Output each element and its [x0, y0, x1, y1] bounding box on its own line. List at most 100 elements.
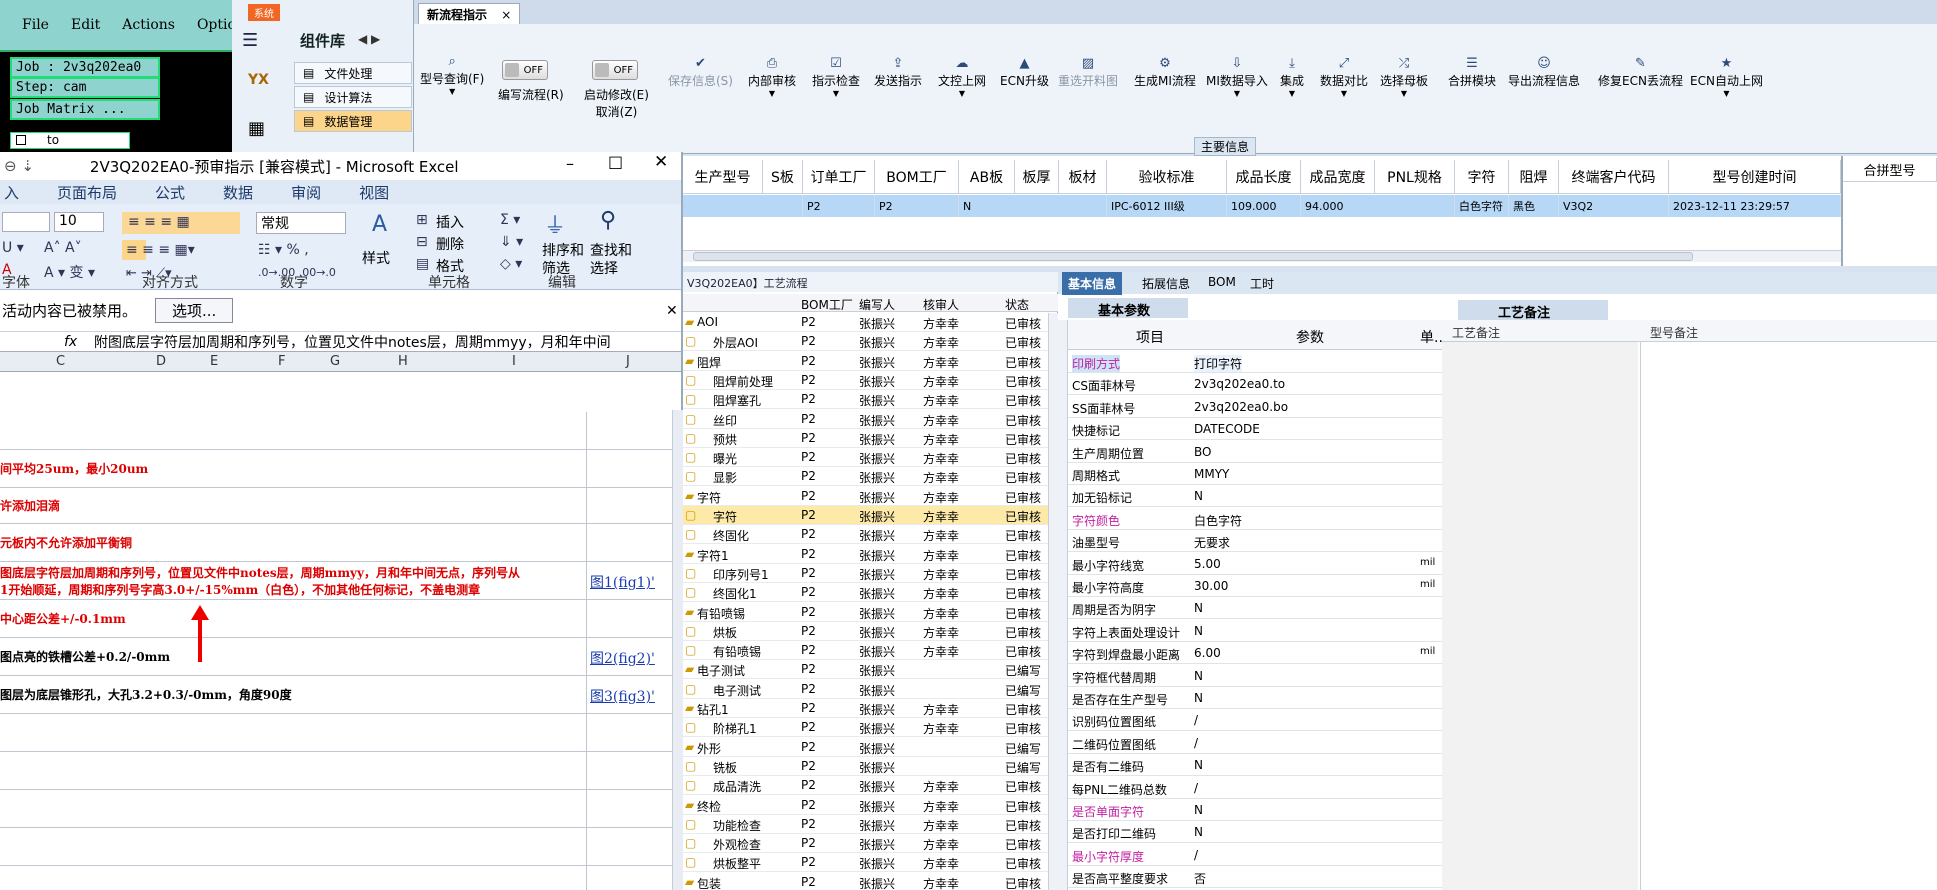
param-row[interactable]: 识别码位置图纸 /: [1068, 709, 1442, 732]
process-row[interactable]: ▢ 终固化 P2 张振兴 方幸幸 已审核: [683, 525, 1048, 545]
sheet-row[interactable]: [0, 828, 672, 866]
tab-basic[interactable]: 基本信息: [1062, 272, 1123, 295]
save-info-button[interactable]: ✔ 保存信息(S): [668, 56, 733, 89]
cell-text[interactable]: 中心距公差+/-0.1mm: [0, 610, 126, 627]
param-value[interactable]: N: [1194, 624, 1203, 638]
process-row[interactable]: ▢ 电子测试 P2 张振兴 已编写: [683, 680, 1048, 699]
sum-icon[interactable]: Σ ▾: [500, 212, 520, 228]
param-row[interactable]: 字符到焊盘最小距离 6.00 mil: [1068, 642, 1442, 665]
edit-process-toggle[interactable]: OFF: [502, 60, 548, 80]
col-param[interactable]: 参数: [1296, 327, 1324, 347]
ecn-auto-online-button[interactable]: ★ ECN自动上网 ▼: [1690, 56, 1763, 98]
data-compare-button[interactable]: ⤢ 数据对比 ▼: [1320, 56, 1368, 98]
process-row[interactable]: ▢ 阶梯孔1 P2 张振兴 方幸幸 已审核: [683, 718, 1048, 738]
doc-online-button[interactable]: ☁ 文控上网 ▼: [938, 56, 986, 98]
col-header[interactable]: 成品宽度: [1301, 160, 1375, 194]
col-header[interactable]: S板: [763, 160, 803, 194]
param-value[interactable]: N: [1194, 758, 1203, 772]
table-cell[interactable]: P2: [875, 195, 959, 217]
col-process-notes[interactable]: 工艺备注: [1452, 324, 1500, 341]
close-icon[interactable]: ×: [501, 8, 511, 22]
col-header[interactable]: 板材: [1059, 160, 1107, 194]
tab-insert[interactable]: 入: [4, 182, 19, 203]
excel-quick-icon[interactable]: ⊖ ⇣: [4, 157, 34, 175]
param-row[interactable]: 是否单面字符 N: [1068, 799, 1442, 821]
col-c[interactable]: C: [56, 354, 65, 369]
tab-process-notes[interactable]: 工艺备注: [1458, 300, 1608, 321]
process-row[interactable]: ▢ 烘板整平 P2 张振兴 方幸幸 已审核: [683, 853, 1048, 873]
process-row[interactable]: ▢ 终固化1 P2 张振兴 方幸幸 已审核: [683, 583, 1048, 603]
param-row[interactable]: CS面菲林号 2v3q202ea0.to: [1068, 373, 1442, 396]
param-value[interactable]: 否: [1194, 870, 1206, 887]
process-notes-area[interactable]: [1442, 342, 1638, 890]
param-row[interactable]: 生产周期位置 BO: [1068, 441, 1442, 463]
system-button[interactable]: 系统: [248, 4, 280, 21]
tab-layout[interactable]: 页面布局: [57, 182, 117, 203]
fill-icon[interactable]: ⇓ ▾: [500, 234, 523, 250]
sheet-row[interactable]: 图点亮的铁槽公差+0.2/-0mm 图2(fig2)': [0, 638, 672, 676]
sheet-row[interactable]: 元板内不允许添加平衡铜: [0, 524, 672, 562]
param-row[interactable]: 二维码位置图纸 /: [1068, 732, 1442, 754]
process-row[interactable]: ▢ 阻焊塞孔 P2 张振兴 方幸幸 已审核: [683, 390, 1048, 410]
menu-file[interactable]: File: [22, 17, 49, 33]
process-row[interactable]: ▢ 丝印 P2 张振兴 方幸幸 已审核: [683, 410, 1048, 429]
instruction-check-button[interactable]: ☑ 指示检查 ▼: [812, 56, 860, 98]
col-i[interactable]: I: [512, 354, 516, 369]
close-icon[interactable]: ✕: [654, 152, 668, 172]
delete-label[interactable]: 删除: [436, 234, 464, 254]
process-row[interactable]: ▢ 铣板 P2 张振兴 已编写: [683, 757, 1048, 776]
col-header[interactable]: PNL规格: [1375, 160, 1455, 194]
col-model-notes[interactable]: 型号备注: [1650, 324, 1698, 341]
sheet-row[interactable]: [0, 752, 672, 790]
tab-data[interactable]: 数据: [223, 182, 253, 203]
excel-v-scrollbar[interactable]: [672, 410, 683, 890]
param-row[interactable]: 周期是否为阴字 N: [1068, 597, 1442, 620]
merge-model-header[interactable]: 合拼型号: [1843, 158, 1937, 182]
param-value[interactable]: 打印字符: [1194, 355, 1243, 372]
param-value[interactable]: N: [1194, 669, 1203, 683]
merge-module-button[interactable]: ☰ 合拼模块: [1448, 56, 1496, 89]
col-reviewer[interactable]: 核审人: [923, 296, 959, 313]
param-row[interactable]: 字符颜色 白色字符: [1068, 508, 1442, 530]
process-row[interactable]: ▰ 电子测试 P2 张振兴 已编写: [683, 660, 1048, 680]
col-header[interactable]: 验收标准: [1107, 160, 1227, 194]
generate-mi-button[interactable]: ⚙ 生成MI流程: [1134, 56, 1196, 89]
to-field[interactable]: to: [10, 132, 130, 149]
col-item[interactable]: 项目: [1136, 327, 1164, 347]
font-size-box[interactable]: 10: [54, 212, 104, 232]
process-row[interactable]: ▰ 阻焊 P2 张振兴 方幸幸 已审核: [683, 352, 1048, 371]
col-header[interactable]: 成品长度: [1227, 160, 1301, 194]
col-header[interactable]: BOM工厂: [875, 160, 959, 194]
process-row[interactable]: ▢ 曝光 P2 张振兴 方幸幸 已审核: [683, 448, 1048, 468]
process-row[interactable]: ▰ 有铅喷锡 P2 张振兴 方幸幸 已审核: [683, 603, 1048, 622]
param-value[interactable]: 6.00: [1194, 646, 1221, 660]
table-cell[interactable]: V3Q2: [1559, 195, 1669, 217]
table-cell[interactable]: 白色字符: [1455, 195, 1509, 217]
param-value[interactable]: /: [1194, 736, 1198, 750]
param-row[interactable]: 字符框代替周期 N: [1068, 665, 1442, 687]
close-icon[interactable]: ✕: [666, 303, 678, 319]
fx-icon[interactable]: fx: [0, 334, 77, 350]
format-icon[interactable]: ▤: [416, 256, 429, 272]
sort-label[interactable]: 排序和: [542, 240, 584, 260]
col-header[interactable]: 终端客户代码: [1559, 160, 1669, 194]
col-header[interactable]: 订单工厂: [803, 160, 875, 194]
process-row[interactable]: ▢ 外观检查 P2 张振兴 方幸幸 已审核: [683, 834, 1048, 854]
col-header[interactable]: 阻焊: [1509, 160, 1559, 194]
menu-edit[interactable]: Edit: [71, 17, 100, 33]
param-value[interactable]: N: [1194, 825, 1203, 839]
param-value[interactable]: /: [1194, 713, 1198, 727]
cell-text[interactable]: 元板内不允许添加平衡铜: [0, 534, 132, 551]
process-row[interactable]: ▰ 终检 P2 张振兴 方幸幸 已审核: [683, 796, 1048, 815]
fig2-link[interactable]: 图2(fig2)': [590, 648, 655, 668]
select-mother-button[interactable]: ⤮ 选择母板 ▼: [1380, 56, 1428, 98]
param-value[interactable]: N: [1194, 489, 1203, 503]
param-value[interactable]: 2v3q202ea0.to: [1194, 377, 1285, 391]
start-modify-toggle[interactable]: OFF: [592, 60, 638, 80]
insert-label[interactable]: 插入: [436, 212, 464, 232]
font-grow-icon[interactable]: A˄ A˅: [44, 240, 82, 256]
col-header[interactable]: 型号创建时间: [1669, 160, 1841, 194]
table-cell[interactable]: P2: [803, 195, 875, 217]
tab-new-process[interactable]: 新流程指示 ×: [418, 3, 521, 24]
lib-item-file[interactable]: ▤ 文件处理: [294, 62, 412, 84]
